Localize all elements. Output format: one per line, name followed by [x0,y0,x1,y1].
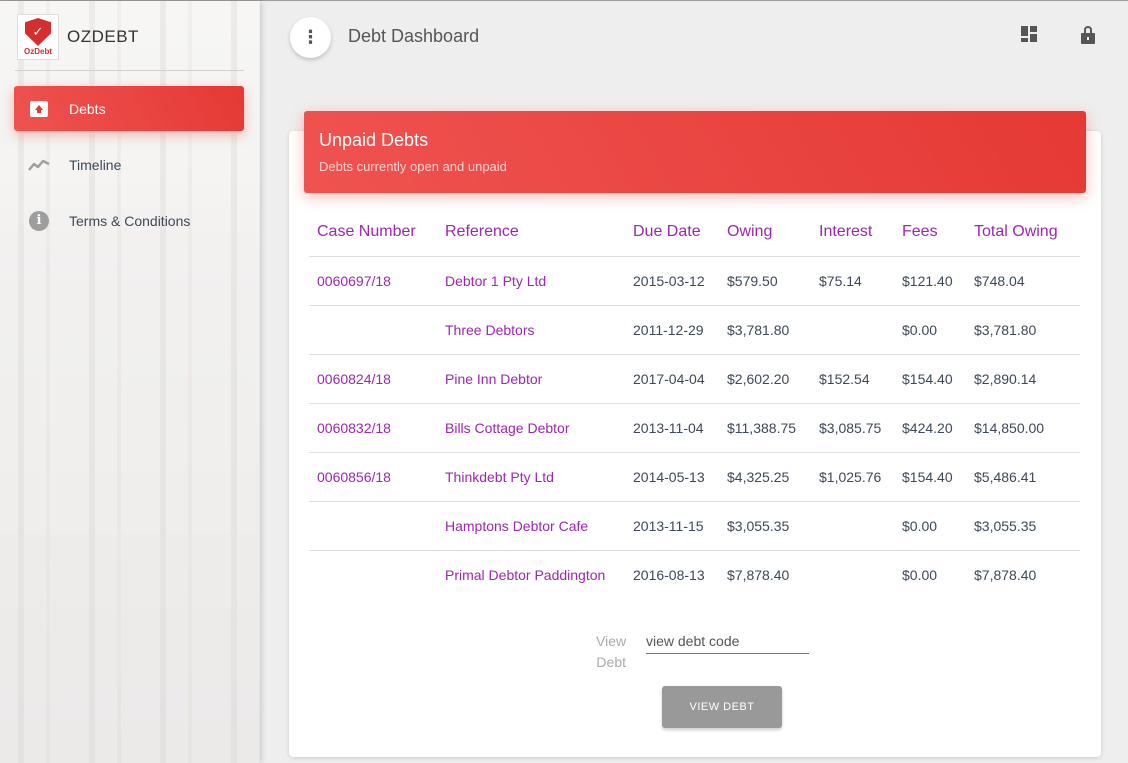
case-number-link [309,305,437,355]
reference-link[interactable]: Three Debtors [437,305,625,355]
debts-table: Case Number Reference Due Date Owing Int… [309,208,1080,599]
sidebar-item-label: Timeline [69,156,122,173]
card-header: Unpaid Debts Debts currently open and un… [304,111,1086,193]
sidebar-item-label: Terms & Conditions [69,212,191,229]
owing-cell: $2,602.20 [719,354,811,404]
table-row: 0060697/18 Debtor 1 Pty Ltd 2015-03-12 $… [309,256,1080,306]
column-header-case-number: Case Number [309,208,437,257]
page-title: Debt Dashboard [348,26,480,46]
more-vert-button[interactable]: ⋮ [290,17,331,58]
total-owing-cell: $748.04 [966,256,1080,306]
due-date-cell: 2016-08-13 [633,566,705,583]
case-number-link[interactable]: 0060856/18 [309,452,437,502]
sidebar-item-timeline[interactable]: Timeline [14,142,244,187]
case-number-link[interactable]: 0060824/18 [309,354,437,404]
table-header-row: Case Number Reference Due Date Owing Int… [309,208,1080,257]
dashboard-icon[interactable] [1021,26,1039,44]
reference-link[interactable]: Thinkdebt Pty Ltd [437,452,625,502]
due-date-cell: 2014-05-13 [625,452,719,502]
total-owing-cell: $14,850.00 [966,403,1080,453]
due-date-cell: 2013-11-15 [625,501,719,551]
reference-link[interactable]: Hamptons Debtor Cafe [437,501,625,551]
due-date-cell: 2013-11-04 [625,403,719,453]
timeline-icon [28,154,50,176]
owing-cell: $3,781.80 [719,305,811,355]
due-date-cell: 2015-03-12 [625,256,719,306]
interest-cell: $1,025.76 [811,452,894,502]
view-debt-label: View Debt [596,633,627,670]
info-icon: i [28,210,50,232]
table-row: 0060824/18 Pine Inn Debtor 2017-04-04 $2… [309,354,1080,404]
fees-cell: $121.40 [894,256,966,306]
fees-cell: $424.20 [894,403,966,453]
card-subtitle: Debts currently open and unpaid [319,159,507,174]
column-header-due-date: Due Date [625,208,719,257]
column-header-owing: Owing [719,208,811,257]
sidebar-item-terms[interactable]: i Terms & Conditions [14,198,244,243]
shield-check-icon: ✓ [25,18,51,46]
table-row: Primal Debtor Paddington 2016-08-13 $7,8… [309,550,1080,599]
table-row: 0060856/18 Thinkdebt Pty Ltd 2014-05-13 … [309,452,1080,502]
table-row: 0060832/18 Bills Cottage Debtor 2013-11-… [309,403,1080,453]
fees-cell: $0.00 [894,305,966,355]
fees-cell: $154.40 [894,452,966,502]
interest-cell: $75.14 [811,256,894,306]
table-row: Hamptons Debtor Cafe 2013-11-15 $3,055.3… [309,501,1080,551]
total-owing-cell: $3,055.35 [966,501,1080,551]
column-header-fees: Fees [894,208,966,257]
case-number-link[interactable]: 0060832/18 [309,403,437,453]
owing-cell: $7,878.40 [727,566,790,583]
reference-link[interactable]: Primal Debtor Paddington [437,550,625,599]
owing-cell: $11,388.75 [719,403,811,453]
brand[interactable]: ✓ OzDebt OZDEBT [17,13,139,61]
column-header-reference: Reference [437,208,625,257]
sidebar-item-debts[interactable]: Debts [14,86,244,131]
reference-link[interactable]: Debtor 1 Pty Ltd [437,256,625,306]
logo-text: OzDebt [24,47,52,56]
interest-cell [811,550,894,599]
card-title: Unpaid Debts [319,130,429,150]
owing-cell: $579.50 [719,256,811,306]
case-number-link [309,550,437,599]
fees-cell: $0.00 [894,501,966,551]
due-date-cell: 2017-04-04 [625,354,719,404]
fees-cell: $154.40 [894,354,966,404]
fees-cell: $0.00 [902,566,938,583]
interest-cell: $152.54 [811,354,894,404]
reference-link[interactable]: Bills Cottage Debtor [437,403,625,453]
interest-cell [811,501,894,551]
total-owing-cell: $2,890.14 [966,354,1080,404]
owing-cell: $4,325.25 [719,452,811,502]
case-number-link [309,501,437,551]
owing-cell: $3,055.35 [719,501,811,551]
ozdebt-logo: ✓ OzDebt [17,14,59,60]
brand-name: OZDEBT [67,27,139,46]
interest-cell [811,305,894,355]
table-row: Three Debtors 2011-12-29 $3,781.80 $0.00… [309,305,1080,355]
total-owing-cell: $7,878.40 [974,566,1037,583]
column-header-interest: Interest [811,208,894,257]
reference-link[interactable]: Pine Inn Debtor [437,354,625,404]
view-debt-button[interactable]: VIEW DEBT [662,686,782,728]
interest-cell: $3,085.75 [811,403,894,453]
total-owing-cell: $5,486.41 [966,452,1080,502]
view-debt-code-input[interactable] [646,628,809,654]
sidebar-item-label: Debts [69,100,106,117]
due-date-cell: 2011-12-29 [625,305,719,355]
brand-divider [15,70,244,71]
lock-icon[interactable] [1080,25,1098,44]
case-number-link[interactable]: 0060697/18 [309,256,437,306]
total-owing-cell: $3,781.80 [966,305,1080,355]
column-header-total-owing: Total Owing [966,208,1080,257]
more-vert-icon: ⋮ [301,27,320,47]
debts-icon [28,98,50,120]
